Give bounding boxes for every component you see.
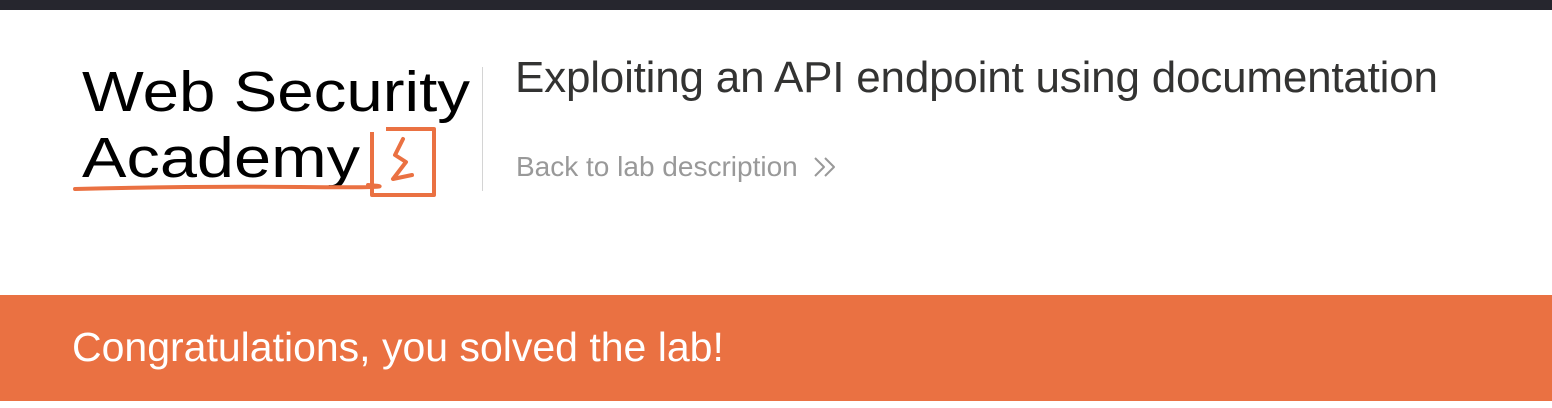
- logo-text-line1: Web Security: [82, 60, 471, 124]
- header-divider: [482, 67, 483, 191]
- chevron-double-right-icon: [812, 156, 838, 178]
- page-bottom-edge: [0, 401, 1552, 408]
- logo-text-line2: Academy: [82, 126, 361, 190]
- lightning-bolt-icon: [370, 127, 436, 197]
- lab-title: Exploiting an API endpoint using documen…: [515, 53, 1438, 102]
- back-to-lab-description-link[interactable]: Back to lab description: [516, 148, 838, 186]
- logo-graphic: Web Security Academy: [73, 60, 471, 197]
- back-link-label: Back to lab description: [516, 151, 798, 182]
- lab-solved-banner: Congratulations, you solved the lab!: [0, 295, 1552, 401]
- lab-solved-message: Congratulations, you solved the lab!: [72, 324, 724, 370]
- academy-header: Web Security Academy Exploiting an API e…: [0, 10, 1552, 295]
- top-dark-strip: [0, 0, 1552, 10]
- web-security-academy-logo[interactable]: Web Security Academy: [70, 55, 475, 205]
